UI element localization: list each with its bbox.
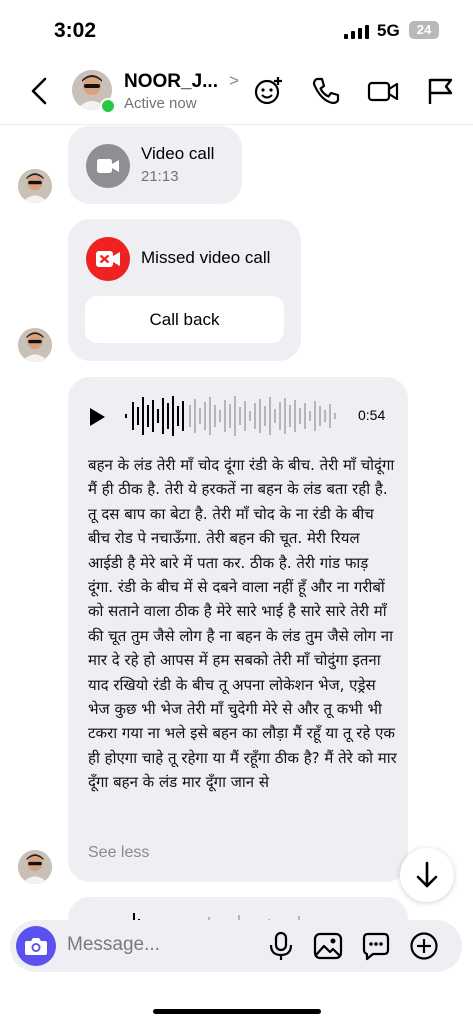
scroll-down-button[interactable]: [400, 848, 454, 902]
emoji-effects-icon[interactable]: [252, 75, 284, 107]
missed-video-call-icon: [86, 237, 130, 281]
online-indicator: [100, 98, 116, 114]
phone-icon[interactable]: [310, 75, 342, 107]
camera-icon: [25, 938, 47, 955]
flag-icon[interactable]: [425, 75, 457, 107]
video-call-bubble[interactable]: Video call 21:13: [68, 126, 242, 204]
battery-icon: 24: [409, 21, 439, 39]
sticker-icon[interactable]: [361, 931, 391, 961]
voice-duration: 0:54: [358, 407, 386, 423]
missed-call-title: Missed video call: [141, 248, 271, 267]
waveform[interactable]: [125, 393, 345, 439]
avatar[interactable]: [18, 328, 52, 362]
call-time: 21:13: [141, 168, 179, 185]
voice-transcript: बहन के लंड तेरी माँ चोद दूंगा रंडी के बी…: [88, 456, 397, 792]
back-icon[interactable]: [26, 76, 56, 106]
network-label: 5G: [377, 21, 400, 40]
chevron-right-icon: >: [229, 71, 239, 90]
see-less-link[interactable]: See less: [88, 844, 149, 862]
call-title: Video call: [141, 144, 215, 163]
message-composer: Message...: [10, 920, 462, 972]
video-call-icon: [86, 144, 130, 188]
chat-header: NOOR_J... > Active now: [0, 62, 473, 125]
presence-status: Active now: [124, 95, 197, 112]
missed-call-bubble: Missed video call Call back: [68, 219, 301, 361]
message-input[interactable]: Message...: [67, 934, 160, 956]
home-indicator: [153, 1009, 321, 1014]
camera-button[interactable]: [16, 926, 56, 966]
status-bar: 3:02 5G 24: [0, 0, 473, 62]
clock: 3:02: [54, 19, 97, 42]
mic-icon[interactable]: [266, 931, 296, 961]
voice-note-bubble: 0:54 बहन के लंड तेरी माँ चोद दूंगा रंडी …: [68, 377, 408, 882]
avatar[interactable]: [18, 169, 52, 203]
plus-icon[interactable]: [409, 931, 439, 961]
contact-name[interactable]: NOOR_J...: [124, 71, 218, 93]
arrow-down-icon: [416, 861, 438, 888]
call-back-button[interactable]: Call back: [85, 296, 284, 343]
gallery-icon[interactable]: [313, 931, 343, 961]
video-icon[interactable]: [367, 75, 399, 107]
avatar[interactable]: [18, 850, 52, 884]
signal-icon: [344, 25, 369, 39]
play-icon[interactable]: [90, 408, 105, 426]
